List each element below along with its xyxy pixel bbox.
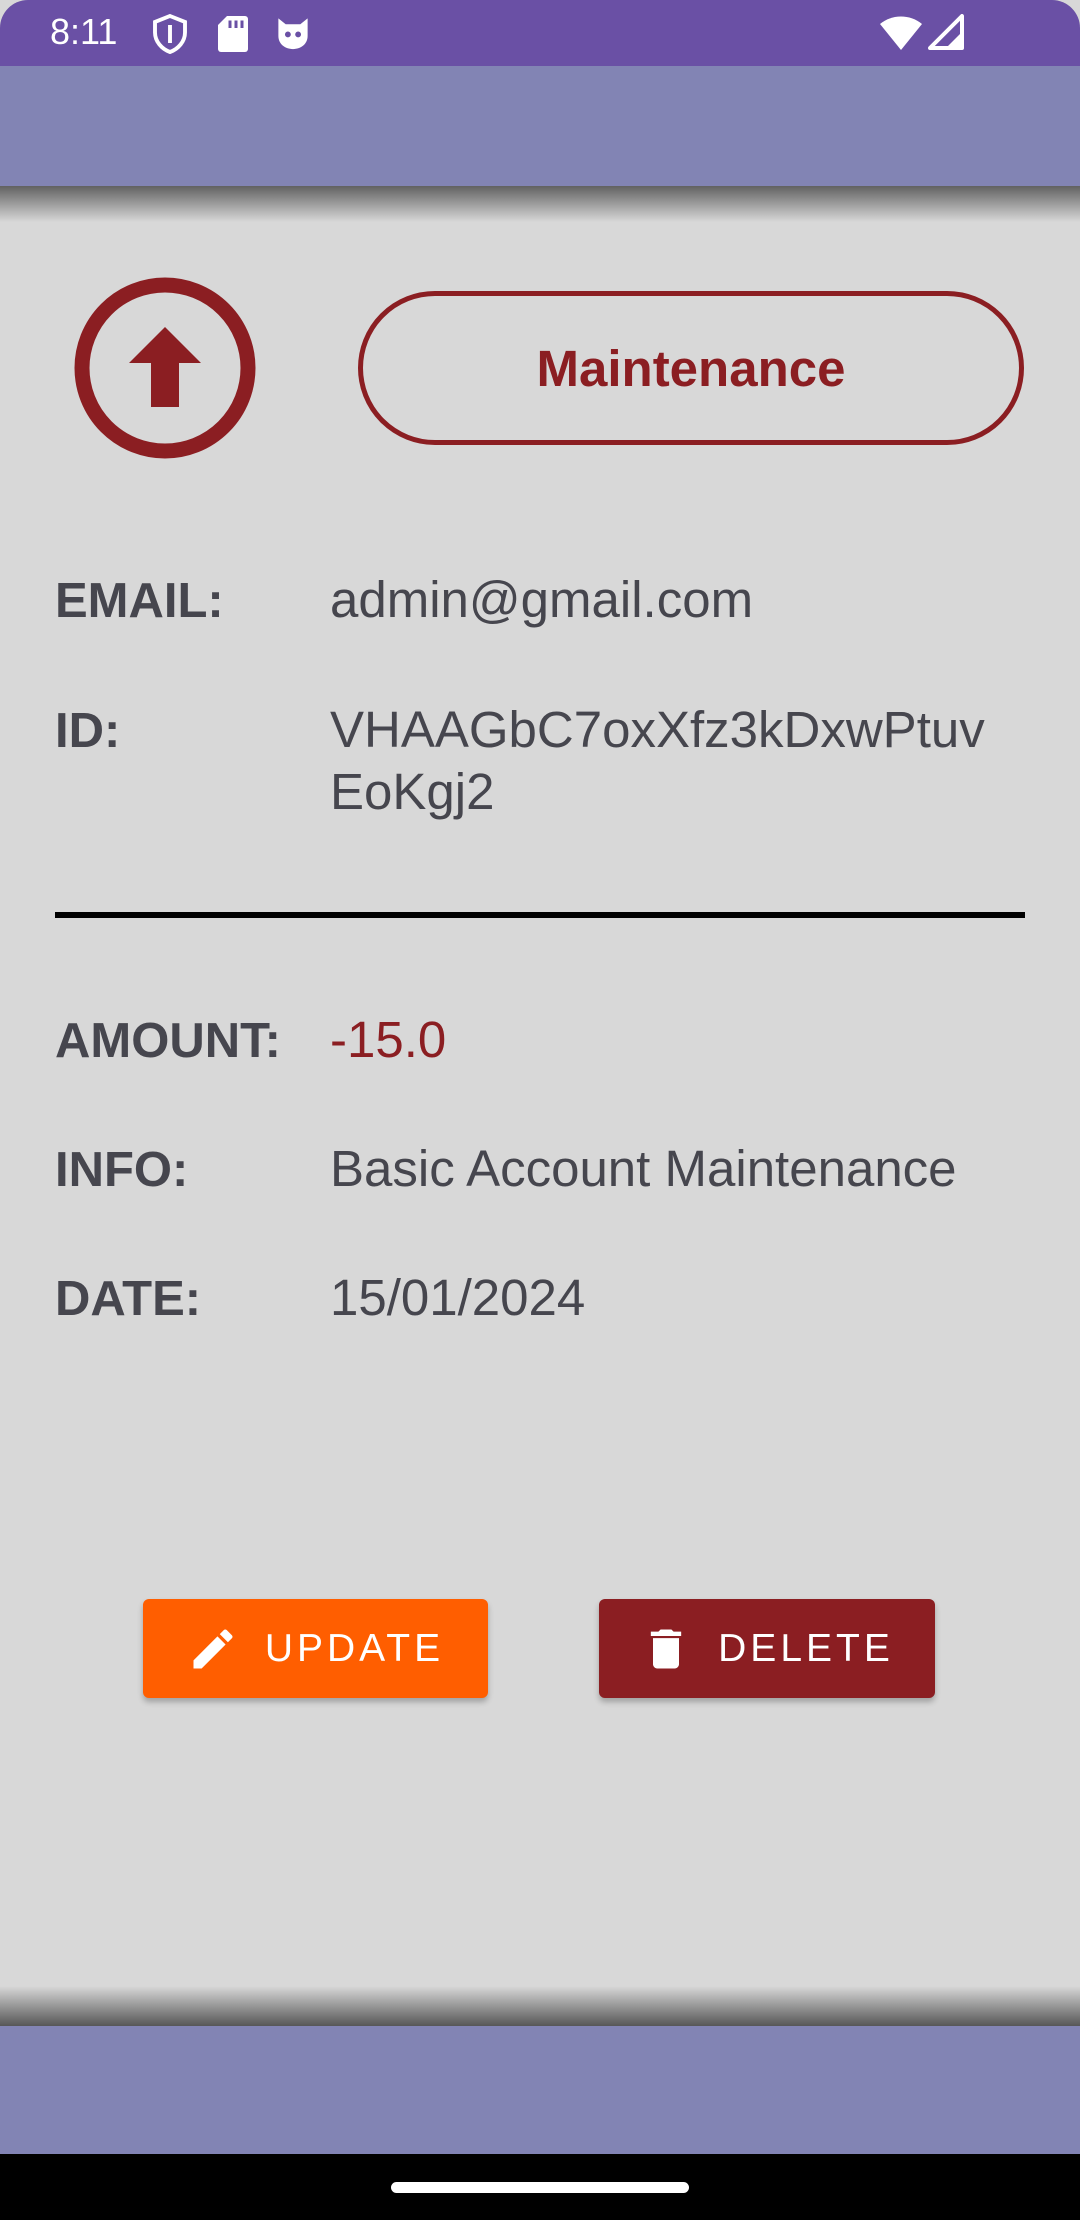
category-chip[interactable]: Maintenance — [358, 291, 1024, 445]
date-label: DATE: — [55, 1272, 202, 1326]
amount-value: -15.0 — [330, 1011, 447, 1068]
delete-label: DELETE — [718, 1626, 894, 1670]
id-label: ID: — [55, 704, 121, 758]
status-bar: 8:11 — [0, 0, 1080, 66]
email-label: EMAIL: — [55, 574, 224, 628]
wifi-icon — [880, 16, 922, 50]
bottom-bar-shadow — [0, 1986, 1080, 2026]
app-bar — [0, 66, 1080, 186]
home-indicator[interactable] — [391, 2182, 689, 2193]
id-value-line1: VHAAGbC7oxXfz3kDxwPtuv — [330, 701, 985, 758]
id-value-line2: EoKgj2 — [330, 763, 495, 820]
status-time: 8:11 — [50, 11, 118, 52]
shield-icon — [153, 14, 187, 54]
info-label: INFO: — [55, 1143, 189, 1197]
id-value: VHAAGbC7oxXfz3kDxwPtuv EoKgj2 — [330, 699, 985, 823]
delete-button[interactable]: DELETE — [599, 1599, 935, 1698]
category-label: Maintenance — [536, 339, 846, 397]
update-label: UPDATE — [264, 1626, 445, 1670]
email-value: admin@gmail.com — [330, 571, 754, 628]
pencil-icon — [193, 1628, 233, 1668]
app-bar-shadow — [0, 186, 1080, 222]
signal-icon — [928, 14, 964, 50]
trash-icon — [650, 1629, 682, 1668]
cat-face-icon — [278, 18, 308, 50]
info-value: Basic Account Maintenance — [330, 1140, 957, 1197]
sd-card-icon — [218, 16, 248, 52]
bottom-bar — [0, 2026, 1080, 2154]
update-button[interactable]: UPDATE — [143, 1599, 488, 1698]
date-value: 15/01/2024 — [330, 1269, 586, 1326]
amount-label: AMOUNT: — [55, 1014, 281, 1068]
divider — [55, 912, 1025, 918]
arrow-up-circle-icon — [74, 277, 256, 459]
